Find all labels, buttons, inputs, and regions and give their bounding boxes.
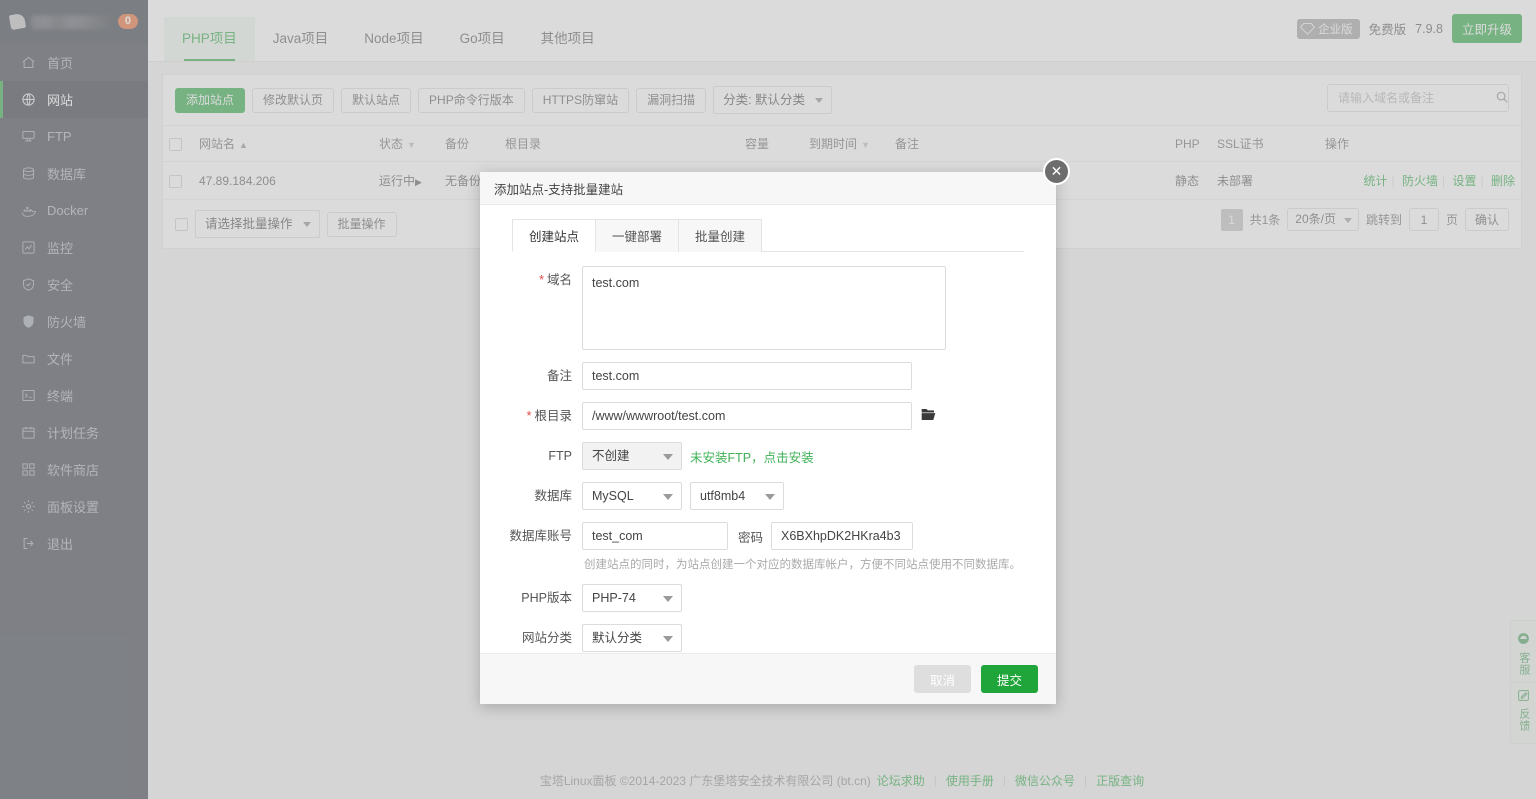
ftp-install-link[interactable]: 未安装FTP，点击安装	[690, 447, 814, 466]
php-version-label: PHP版本	[502, 584, 582, 612]
php-version-control: PHP-74	[582, 584, 1034, 612]
field-root: *根目录	[502, 402, 1034, 430]
field-site-category: 网站分类 默认分类	[502, 624, 1034, 652]
php-version-value: PHP-74	[592, 591, 636, 605]
tab-batch-create[interactable]: 批量创建	[679, 219, 762, 252]
app-root: 0 首页 网站 FTP 数据库 Docker	[0, 0, 1536, 799]
root-path-input[interactable]	[582, 402, 912, 430]
root-label-text: 根目录	[534, 409, 572, 423]
close-icon[interactable]: ✕	[1043, 158, 1070, 185]
site-category-label: 网站分类	[502, 624, 582, 652]
ftp-select-value: 不创建	[592, 449, 630, 463]
chevron-down-icon	[663, 494, 673, 500]
ftp-select[interactable]: 不创建	[582, 442, 682, 470]
domain-label: *域名	[502, 266, 582, 294]
database-label: 数据库	[502, 482, 582, 510]
modal-footer: 取消 提交	[480, 653, 1056, 704]
domain-textarea[interactable]	[582, 266, 946, 350]
add-site-modal: ✕ 添加站点-支持批量建站 创建站点 一键部署 批量创建 *域名 备注	[480, 172, 1056, 704]
chevron-down-icon	[663, 636, 673, 642]
database-control: MySQL utf8mb4	[582, 482, 1034, 510]
field-php-version: PHP版本 PHP-74	[502, 584, 1034, 612]
domain-control	[582, 266, 1034, 350]
db-username-input[interactable]	[582, 522, 728, 550]
field-note: 备注	[502, 362, 1034, 390]
field-database: 数据库 MySQL utf8mb4	[502, 482, 1034, 510]
modal-tabs: 创建站点 一键部署 批量创建	[512, 219, 1024, 252]
chevron-down-icon	[663, 454, 673, 460]
root-label: *根目录	[502, 402, 582, 430]
db-account-label: 数据库账号	[502, 522, 582, 550]
ftp-control: 不创建 未安装FTP，点击安装	[582, 442, 1034, 470]
required-marker: *	[527, 409, 532, 423]
required-marker: *	[539, 273, 544, 287]
site-category-value: 默认分类	[592, 631, 642, 645]
chevron-down-icon	[663, 596, 673, 602]
database-type-select[interactable]: MySQL	[582, 482, 682, 510]
modal-title-bar: 添加站点-支持批量建站	[480, 172, 1056, 205]
database-charset-value: utf8mb4	[700, 489, 745, 503]
ftp-label: FTP	[502, 442, 582, 470]
field-ftp: FTP 不创建 未安装FTP，点击安装	[502, 442, 1034, 470]
root-control	[582, 402, 1034, 430]
db-account-control: 密码	[582, 522, 1034, 550]
modal-title: 添加站点-支持批量建站	[494, 179, 623, 198]
tab-create-site[interactable]: 创建站点	[512, 219, 596, 252]
folder-open-icon[interactable]	[920, 407, 937, 425]
site-category-control: 默认分类	[582, 624, 1034, 652]
submit-button[interactable]: 提交	[981, 665, 1038, 693]
note-input[interactable]	[582, 362, 912, 390]
db-account-note: 创建站点的同时，为站点创建一个对应的数据库帐户，方便不同站点使用不同数据库。	[582, 556, 1034, 572]
db-password-label: 密码	[738, 527, 763, 546]
note-control	[582, 362, 1034, 390]
modal-body: 创建站点 一键部署 批量创建 *域名 备注	[480, 205, 1056, 653]
add-site-form: *域名 备注 *根目录	[502, 252, 1034, 652]
tab-one-click-deploy[interactable]: 一键部署	[596, 219, 679, 252]
site-category-select[interactable]: 默认分类	[582, 624, 682, 652]
chevron-down-icon	[765, 494, 775, 500]
database-type-value: MySQL	[592, 489, 634, 503]
note-label: 备注	[502, 362, 582, 390]
database-charset-select[interactable]: utf8mb4	[690, 482, 784, 510]
php-version-select[interactable]: PHP-74	[582, 584, 682, 612]
db-password-input[interactable]	[771, 522, 913, 550]
domain-label-text: 域名	[547, 273, 572, 287]
cancel-button[interactable]: 取消	[914, 665, 971, 693]
field-db-account: 数据库账号 密码	[502, 522, 1034, 550]
field-domain: *域名	[502, 266, 1034, 350]
